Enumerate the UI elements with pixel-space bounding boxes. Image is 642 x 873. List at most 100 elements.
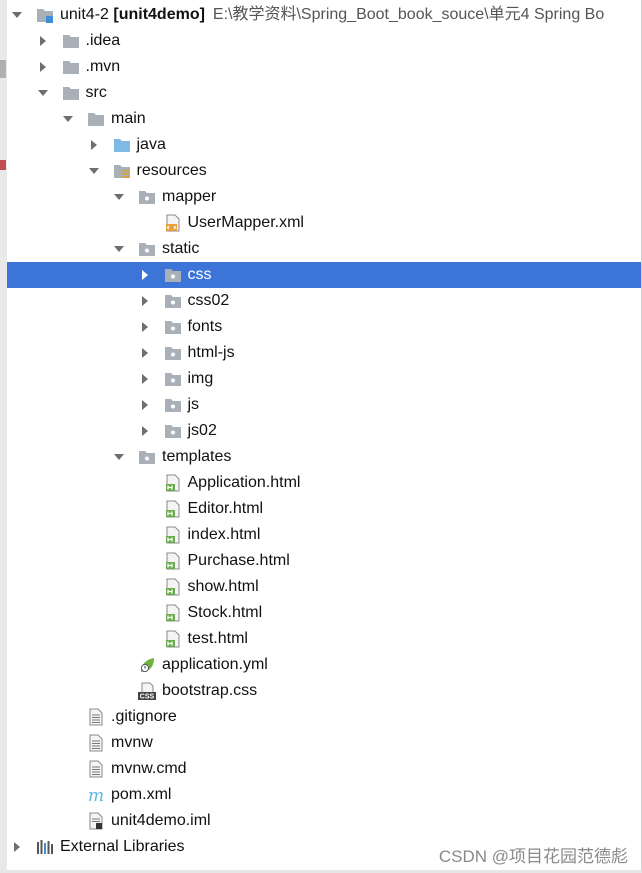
tree-row-file-application-html[interactable]: Application.html	[7, 470, 641, 496]
chevron-right-icon[interactable]	[140, 296, 150, 306]
item-name: fonts	[187, 318, 223, 335]
item-name: img	[187, 370, 214, 387]
chevron-down-icon[interactable]	[114, 244, 124, 254]
tree-row-file-mvnw-cmd[interactable]: mvnw.cmd	[7, 756, 641, 782]
tree-row-file-mvnw[interactable]: mvnw	[7, 730, 641, 756]
item-name: .idea	[85, 32, 121, 49]
html-file-icon	[164, 552, 182, 570]
tree-row-file-pom-xml[interactable]: m pom.xml	[7, 782, 641, 808]
item-name: js02	[187, 422, 217, 439]
chevron-right-icon[interactable]	[140, 270, 150, 280]
chevron-right-icon[interactable]	[140, 374, 150, 384]
tree-row-file-index-html[interactable]: index.html	[7, 522, 641, 548]
package-folder-icon	[164, 370, 182, 388]
tree-row-folder-css02[interactable]: css02	[7, 288, 641, 314]
item-name: static	[162, 240, 200, 257]
tree-row-file-editor-html[interactable]: Editor.html	[7, 496, 641, 522]
module-folder-icon	[36, 6, 54, 24]
chevron-right-icon[interactable]	[140, 426, 150, 436]
item-name: mapper	[162, 188, 217, 205]
tree-item-label: Application.html	[188, 473, 301, 493]
tree-row-file-show-html[interactable]: show.html	[7, 574, 641, 600]
chevron-right-icon[interactable]	[140, 322, 150, 332]
package-folder-icon	[138, 448, 156, 466]
chevron-down-icon[interactable]	[114, 192, 124, 202]
tree-item-label: src	[86, 83, 107, 103]
tree-row-folder-templates[interactable]: templates	[7, 444, 641, 470]
tree-row-file-usermapper-xml[interactable]: UserMapper.xml	[7, 210, 641, 236]
package-folder-icon	[164, 318, 182, 336]
chevron-right-icon[interactable]	[140, 348, 150, 358]
tree-item-label: show.html	[188, 577, 259, 597]
left-edge-strip	[0, 0, 7, 873]
tree-row-folder-idea[interactable]: .idea	[7, 28, 641, 54]
svg-text:m: m	[88, 786, 104, 804]
tree-row-file-application-yml[interactable]: application.yml	[7, 652, 641, 678]
watermark: CSDN @项目花园范德彪	[438, 847, 628, 866]
item-name: mvnw.cmd	[111, 760, 187, 777]
chevron-right-icon[interactable]	[89, 140, 99, 150]
tree-row-folder-img[interactable]: img	[7, 366, 641, 392]
item-name: html-js	[187, 344, 235, 361]
package-folder-icon	[164, 422, 182, 440]
tree-item-label: Purchase.html	[188, 551, 290, 571]
tree-row-file-stock-html[interactable]: Stock.html	[7, 600, 641, 626]
chevron-down-icon[interactable]	[63, 114, 73, 124]
item-name: Editor.html	[187, 500, 264, 517]
tree-row-project-root[interactable]: unit4-2 [unit4demo] E:\教学资料\Spring_Boot_b…	[7, 2, 641, 28]
chevron-down-icon[interactable]	[88, 166, 99, 176]
tree-row-folder-js[interactable]: js	[7, 392, 641, 418]
tree-row-folder-html-js[interactable]: html-js	[7, 340, 641, 366]
text-file-icon	[87, 734, 105, 752]
package-folder-icon	[138, 240, 156, 258]
item-name: mvnw	[111, 734, 153, 751]
folder-icon	[87, 110, 105, 128]
chevron-right-icon[interactable]	[140, 400, 150, 410]
chevron-down-icon[interactable]	[12, 10, 22, 20]
tree-item-label: templates	[162, 447, 231, 467]
tree-item-label: html-js	[188, 343, 235, 363]
tree-item-label: java	[137, 135, 166, 155]
edge-marker	[0, 160, 6, 170]
xml-file-icon	[164, 214, 182, 232]
tree-row-folder-resources[interactable]: resources	[7, 158, 641, 184]
tree-row-file-bootstrap-css[interactable]: CSS bootstrap.css	[7, 678, 641, 704]
chevron-right-icon[interactable]	[38, 36, 48, 46]
tree-item-label: mvnw	[111, 733, 153, 753]
tree-row-file-purchase-html[interactable]: Purchase.html	[7, 548, 641, 574]
html-file-icon	[164, 474, 182, 492]
chevron-right-icon[interactable]	[38, 62, 48, 72]
tree-row-folder-js02[interactable]: js02	[7, 418, 641, 444]
tree-item-label: .gitignore	[111, 707, 177, 727]
css-file-icon: CSS	[138, 682, 156, 700]
item-name: bootstrap.css	[162, 682, 258, 699]
tree-row-folder-main[interactable]: main	[7, 106, 641, 132]
module-name: [unit4demo]	[113, 6, 205, 23]
tree-row-folder-fonts[interactable]: fonts	[7, 314, 641, 340]
chevron-right-icon[interactable]	[12, 842, 22, 852]
resources-folder-icon	[113, 162, 131, 180]
item-name: test.html	[187, 630, 248, 647]
tree-item-label: Editor.html	[188, 499, 264, 519]
tree-item-label: index.html	[188, 525, 261, 545]
chevron-down-icon[interactable]	[114, 452, 124, 462]
item-name: .gitignore	[111, 708, 177, 725]
chevron-down-icon[interactable]	[37, 88, 48, 98]
tree-row-file-test-html[interactable]: test.html	[7, 626, 641, 652]
tree-row-file-gitignore[interactable]: .gitignore	[7, 704, 641, 730]
item-name: css02	[187, 292, 230, 309]
tree-row-folder-mapper[interactable]: mapper	[7, 184, 641, 210]
tree-row-folder-static[interactable]: static	[7, 236, 641, 262]
item-name: unit4-2	[60, 6, 109, 23]
project-tree[interactable]: unit4-2 [unit4demo] E:\教学资料\Spring_Boot_b…	[7, 2, 641, 860]
item-name: templates	[162, 448, 232, 465]
package-folder-icon	[164, 344, 182, 362]
tree-row-file-unit4demo-iml[interactable]: unit4demo.iml	[7, 808, 641, 834]
tree-item-label: css02	[188, 291, 230, 311]
tree-row-folder-java[interactable]: java	[7, 132, 641, 158]
item-name: UserMapper.xml	[187, 214, 304, 231]
tree-row-folder-mvn[interactable]: .mvn	[7, 54, 641, 80]
tree-row-folder-css[interactable]: css	[7, 262, 641, 288]
html-file-icon	[164, 500, 182, 518]
tree-row-folder-src[interactable]: src	[7, 80, 641, 106]
